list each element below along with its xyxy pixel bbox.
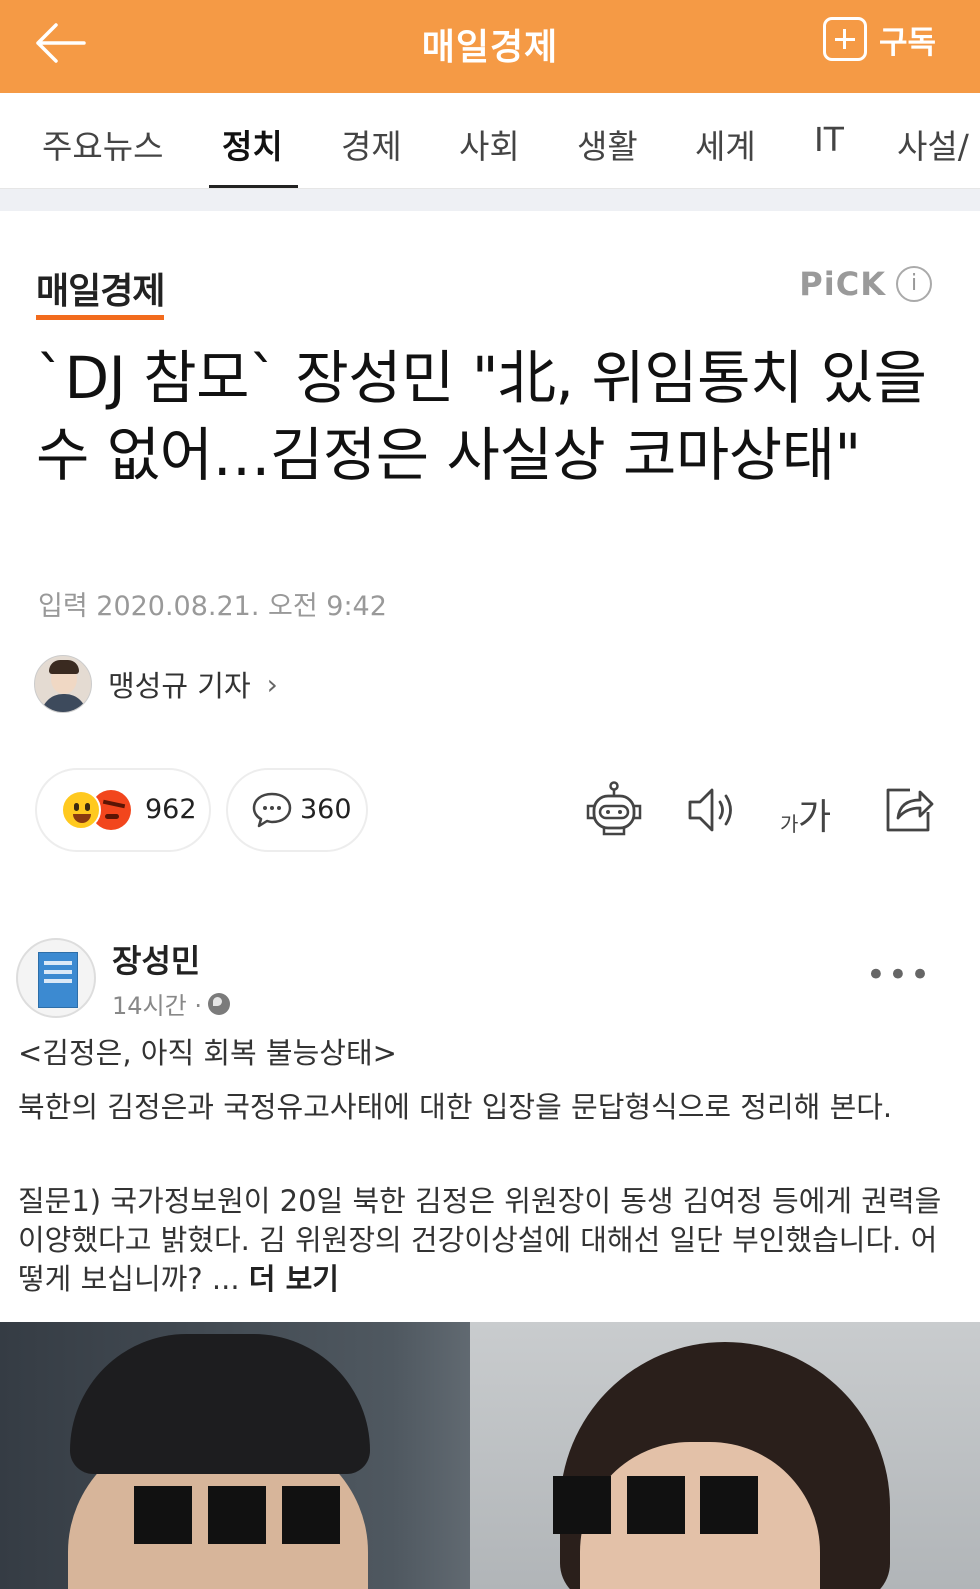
fb-post-question: 질문1) 국가정보원이 20일 북한 김정은 위원장이 동생 김여정 등에게 권… bbox=[18, 1182, 958, 1299]
tab-it[interactable]: IT bbox=[814, 120, 844, 159]
robot-icon[interactable] bbox=[582, 778, 646, 842]
article-headline: `DJ 참모` 장성민 "北, 위임통치 있을 수 없어…김정은 사실상 코마상… bbox=[36, 344, 927, 489]
section-divider bbox=[0, 189, 980, 211]
press-logo[interactable]: 매일경제 bbox=[36, 262, 165, 320]
subscribe-label: 구독 bbox=[878, 24, 936, 61]
fb-post-time: 14시간 · bbox=[112, 992, 202, 1020]
subscribe-button[interactable]: 구독 bbox=[822, 14, 936, 64]
tab-main-news[interactable]: 주요뉴스 bbox=[42, 120, 163, 168]
article-photo[interactable] bbox=[0, 1322, 980, 1589]
reporter-avatar bbox=[34, 655, 92, 713]
tab-editorial[interactable]: 사설/ bbox=[897, 120, 969, 168]
fb-post-meta: 14시간 · bbox=[112, 986, 230, 1021]
tab-economy[interactable]: 경제 bbox=[341, 120, 402, 168]
tab-politics[interactable]: 정치 bbox=[222, 120, 283, 168]
reaction-button[interactable]: 962 bbox=[35, 768, 211, 852]
censor-block bbox=[208, 1486, 266, 1544]
fb-author-name[interactable]: 장성민 bbox=[112, 936, 200, 982]
reporter-link[interactable]: 맹성규 기자 › bbox=[34, 655, 278, 713]
comment-count: 360 bbox=[300, 794, 352, 825]
censor-block bbox=[282, 1486, 340, 1544]
censor-block bbox=[134, 1486, 192, 1544]
see-more-link[interactable]: 더 보기 bbox=[249, 1262, 339, 1296]
tab-world[interactable]: 세계 bbox=[695, 120, 756, 168]
comment-bubble-icon bbox=[252, 792, 292, 828]
chevron-right-icon: › bbox=[266, 667, 278, 701]
info-icon[interactable]: i bbox=[896, 266, 932, 302]
censor-block bbox=[700, 1476, 758, 1534]
fb-question-text: 질문1) 국가정보원이 20일 북한 김정은 위원장이 동생 김여정 등에게 권… bbox=[18, 1184, 942, 1296]
plus-box-icon bbox=[822, 17, 867, 61]
font-size-icon[interactable]: 가 가 bbox=[776, 786, 840, 838]
censor-block bbox=[553, 1476, 611, 1534]
fb-post-subject: <김정은, 아직 회복 불능상태> bbox=[18, 1036, 397, 1070]
tab-life[interactable]: 생활 bbox=[577, 120, 638, 168]
tab-society[interactable]: 사회 bbox=[459, 120, 520, 168]
top-app-bar: 매일경제 구독 bbox=[0, 0, 980, 93]
share-icon[interactable] bbox=[876, 778, 940, 842]
happy-emoji-icon bbox=[61, 790, 101, 830]
globe-icon bbox=[207, 992, 230, 1015]
logo-underline bbox=[36, 315, 165, 320]
pick-label: PiCK bbox=[799, 265, 886, 303]
reporter-name: 맹성규 기자 bbox=[108, 669, 251, 703]
article-dateline: 입력 2020.08.21. 오전 9:42 bbox=[38, 591, 387, 622]
censor-block bbox=[627, 1476, 685, 1534]
fb-post-intro: 북한의 김정은과 국정유고사태에 대한 입장을 문답형식으로 정리해 본다. bbox=[18, 1090, 893, 1124]
active-tab-indicator bbox=[209, 185, 298, 188]
more-dots-icon[interactable]: ••• bbox=[866, 955, 932, 995]
comment-button[interactable]: 360 bbox=[226, 768, 368, 852]
category-tabs: 주요뉴스 정치 경제 사회 생활 세계 IT 사설/ bbox=[0, 93, 980, 189]
pick-badge: PiCK i bbox=[799, 265, 932, 303]
fb-author-avatar[interactable] bbox=[16, 938, 96, 1018]
reaction-count: 962 bbox=[145, 794, 197, 825]
speaker-icon[interactable] bbox=[680, 778, 744, 842]
